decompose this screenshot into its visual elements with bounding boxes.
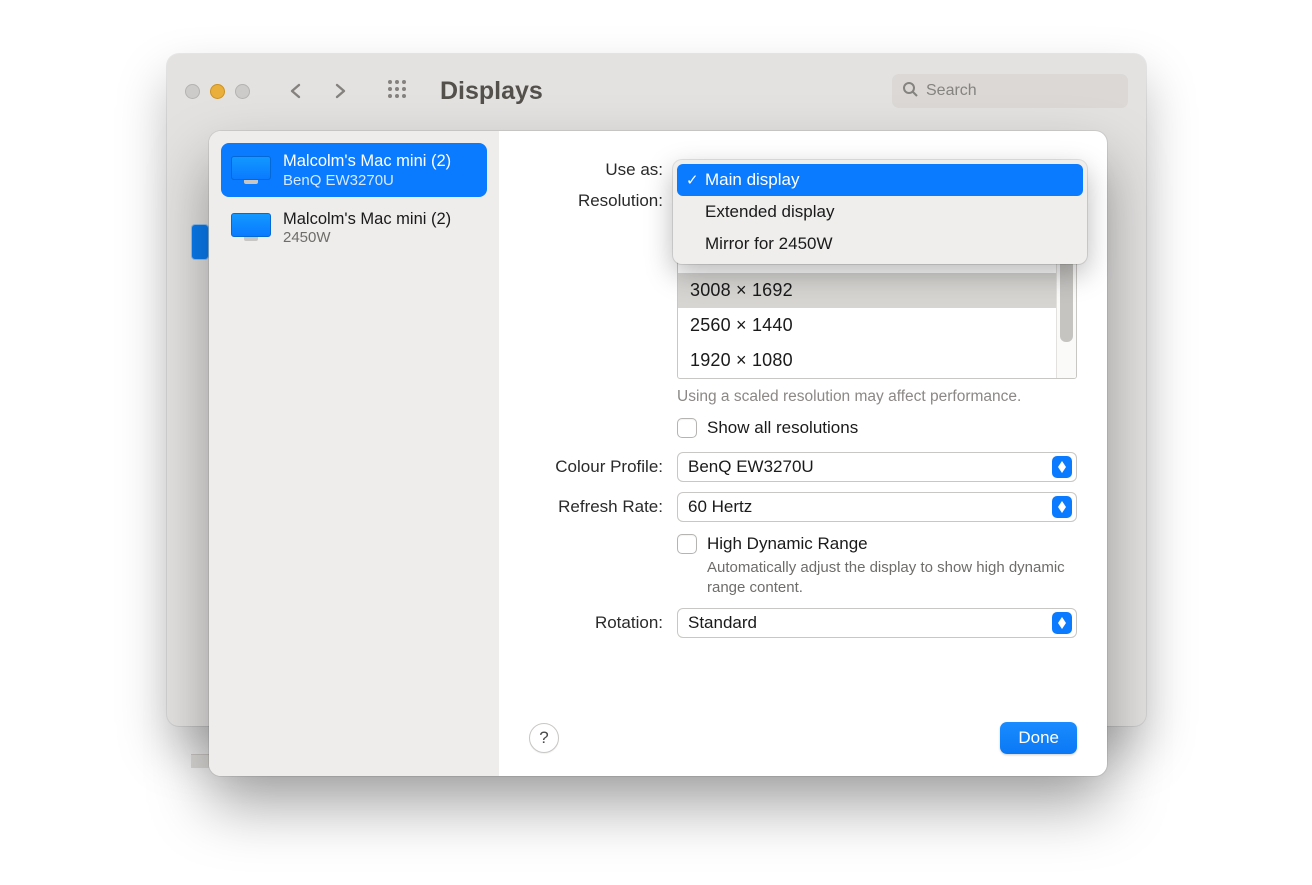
display-sub: 2450W: [283, 229, 451, 246]
rotation-label: Rotation:: [529, 608, 677, 633]
sidebar-display-0[interactable]: Malcolm's Mac mini (2) BenQ EW3270U: [221, 143, 487, 197]
use-as-menu: Main display Extended display Mirror for…: [673, 160, 1087, 264]
close-window-button[interactable]: [185, 84, 200, 99]
sidebar-display-1[interactable]: Malcolm's Mac mini (2) 2450W: [221, 201, 487, 255]
hdr-sub: Automatically adjust the display to show…: [677, 558, 1077, 599]
sheet-bottom-bar: ? Done: [529, 722, 1077, 754]
refresh-rate-select[interactable]: 60 Hertz: [677, 492, 1077, 522]
refresh-rate-value: 60 Hertz: [688, 497, 752, 517]
hdr-checkbox[interactable]: [677, 534, 697, 554]
monitor-icon: [231, 213, 271, 241]
resolution-option[interactable]: 1920 × 1080: [678, 343, 1056, 378]
show-all-resolutions-checkbox[interactable]: [677, 418, 697, 438]
search-icon: [902, 81, 918, 102]
toolbar: Displays Search: [167, 54, 1146, 128]
hdr-label: High Dynamic Range: [707, 534, 868, 554]
minimize-window-button[interactable]: [210, 84, 225, 99]
show-all-resolutions-label: Show all resolutions: [707, 418, 858, 438]
forward-icon[interactable]: [330, 81, 350, 101]
use-as-label: Use as:: [529, 155, 677, 180]
help-button[interactable]: ?: [529, 723, 559, 753]
display-sidebar: Malcolm's Mac mini (2) BenQ EW3270U Malc…: [209, 131, 499, 776]
zoom-window-button[interactable]: [235, 84, 250, 99]
chevron-updown-icon: [1052, 612, 1072, 634]
show-all-icon[interactable]: [386, 78, 408, 104]
background-panel-edge: [191, 754, 209, 768]
use-as-option[interactable]: Extended display: [677, 196, 1083, 228]
refresh-rate-label: Refresh Rate:: [529, 492, 677, 517]
search-placeholder: Search: [926, 82, 977, 100]
monitor-icon: [231, 156, 271, 184]
resolution-label: Resolution:: [529, 186, 677, 211]
rotation-value: Standard: [688, 613, 757, 633]
done-button[interactable]: Done: [1000, 722, 1077, 754]
display-sub: BenQ EW3270U: [283, 172, 451, 189]
window-title: Displays: [440, 77, 543, 106]
display-title: Malcolm's Mac mini (2): [283, 151, 451, 172]
use-as-option[interactable]: Main display: [677, 164, 1083, 196]
colour-profile-label: Colour Profile:: [529, 452, 677, 477]
traffic-lights: [185, 84, 250, 99]
colour-profile-select[interactable]: BenQ EW3270U: [677, 452, 1077, 482]
display-title: Malcolm's Mac mini (2): [283, 209, 451, 230]
chevron-updown-icon: [1052, 496, 1072, 518]
colour-profile-value: BenQ EW3270U: [688, 457, 814, 477]
back-icon[interactable]: [286, 81, 306, 101]
use-as-option[interactable]: Mirror for 2450W: [677, 228, 1083, 260]
display-settings-sheet: Malcolm's Mac mini (2) BenQ EW3270U Malc…: [209, 131, 1107, 776]
resolution-option[interactable]: 2560 × 1440: [678, 308, 1056, 343]
nav-buttons: [286, 81, 350, 101]
chevron-updown-icon: [1052, 456, 1072, 478]
background-selected-display-sliver: [191, 224, 209, 260]
rotation-select[interactable]: Standard: [677, 608, 1077, 638]
search-field[interactable]: Search: [892, 74, 1128, 108]
resolution-option[interactable]: 3008 × 1692: [678, 273, 1056, 308]
resolution-hint: Using a scaled resolution may affect per…: [677, 387, 1077, 408]
